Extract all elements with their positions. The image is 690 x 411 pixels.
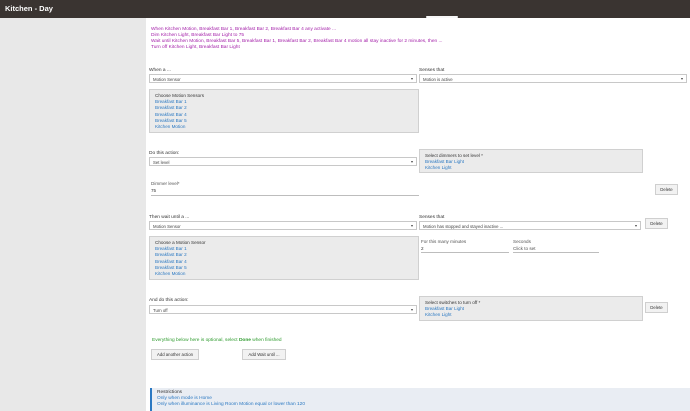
chevron-down-icon xyxy=(411,78,413,80)
chevron-down-icon xyxy=(411,309,413,311)
optional-suffix: when finished xyxy=(250,338,282,343)
action-select[interactable]: Set level xyxy=(149,157,417,166)
rule-editor: When Kitchen Motion, Breakfast Bar 1, Br… xyxy=(146,18,690,411)
when-label: When a ... xyxy=(149,68,171,73)
field-underline xyxy=(513,252,599,253)
delete-button[interactable]: Delete xyxy=(655,184,678,195)
seconds-field[interactable]: Seconds Click to set xyxy=(513,239,599,253)
optional-done: Done xyxy=(238,338,251,343)
field-underline xyxy=(151,195,419,196)
picker-header: Select switches to turn off * xyxy=(425,300,481,305)
trigger-senses-value: Motion is active xyxy=(423,76,453,82)
chevron-down-icon xyxy=(635,225,637,227)
action2-value: Turn off xyxy=(153,307,168,313)
rule-summary: When Kitchen Motion, Breakfast Bar 1, Br… xyxy=(151,27,443,51)
trigger-type-value: Motion Sensor xyxy=(153,76,181,82)
dimmer-level-value: 75 xyxy=(151,188,157,193)
delete-button[interactable]: Delete xyxy=(645,302,668,313)
summary-line: Turn off Kitchen Light, Breakfast Bar Li… xyxy=(151,45,240,51)
picker-header: Select dimmers to set level * xyxy=(425,153,483,158)
switch-picker[interactable]: Select switches to turn off * Breakfast … xyxy=(419,296,643,321)
restriction-link[interactable]: Only when illuminance is Living Room Mot… xyxy=(157,402,685,408)
picker-header: Choose a Motion Sensor xyxy=(155,240,206,245)
device-link[interactable]: Kitchen Motion xyxy=(155,271,413,277)
window-title: Kitchen - Day xyxy=(5,4,53,13)
wait-senses-select[interactable]: Motion has stopped and stayed inactive .… xyxy=(419,221,641,230)
chevron-down-icon xyxy=(681,78,683,80)
device-link[interactable]: Kitchen Motion xyxy=(155,124,413,130)
minutes-label: For this many minutes xyxy=(421,239,467,244)
wait-senses-value: Motion has stopped and stayed inactive .… xyxy=(423,223,504,229)
delete-button[interactable]: Delete xyxy=(645,218,668,229)
dimmer-level-label: Dimmer level* xyxy=(151,181,180,186)
action-label: Do this action: xyxy=(149,151,180,156)
minutes-field[interactable]: For this many minutes 2 xyxy=(421,239,509,253)
field-underline xyxy=(421,252,509,253)
chevron-down-icon xyxy=(411,161,413,163)
seconds-placeholder: Click to set xyxy=(513,246,536,251)
action-value: Set level xyxy=(153,159,170,165)
optional-prefix: Everything below here is optional, selec… xyxy=(152,338,239,343)
senses-label: Senses that xyxy=(419,68,445,73)
motion-sensor-picker[interactable]: Choose Motion Sensors Breakfast Bar 1 Br… xyxy=(149,89,419,133)
dimmer-level-field[interactable]: Dimmer level* 75 xyxy=(151,181,419,196)
minutes-value: 2 xyxy=(421,246,424,251)
chevron-down-icon xyxy=(411,225,413,227)
dimmer-picker[interactable]: Select dimmers to set level * Breakfast … xyxy=(419,149,643,173)
optional-note: Everything below here is optional, selec… xyxy=(152,338,282,343)
device-link[interactable]: Kitchen Light xyxy=(425,312,637,318)
trigger-senses-select[interactable]: Motion is active xyxy=(419,74,687,83)
wait-sensor-picker[interactable]: Choose a Motion Sensor Breakfast Bar 1 B… xyxy=(149,236,419,280)
title-bar: Kitchen - Day xyxy=(0,0,690,22)
wait-type-value: Motion Sensor xyxy=(153,223,181,229)
wait-label: Then wait until a ... xyxy=(149,215,190,220)
device-link[interactable]: Kitchen Light xyxy=(425,165,637,171)
action2-select[interactable]: Turn off xyxy=(149,305,417,314)
trigger-type-select[interactable]: Motion Sensor xyxy=(149,74,417,83)
wait-senses-label: Senses that xyxy=(419,215,445,220)
add-action-button[interactable]: Add another action xyxy=(151,349,199,360)
restrictions-panel: Restrictions Only when mode is Home Only… xyxy=(150,388,690,411)
picker-header: Choose Motion Sensors xyxy=(155,93,205,98)
add-wait-button[interactable]: Add Wait until ... xyxy=(242,349,286,360)
wait-type-select[interactable]: Motion Sensor xyxy=(149,221,417,230)
action2-label: And do this action: xyxy=(149,298,189,303)
seconds-label: Seconds xyxy=(513,239,531,244)
